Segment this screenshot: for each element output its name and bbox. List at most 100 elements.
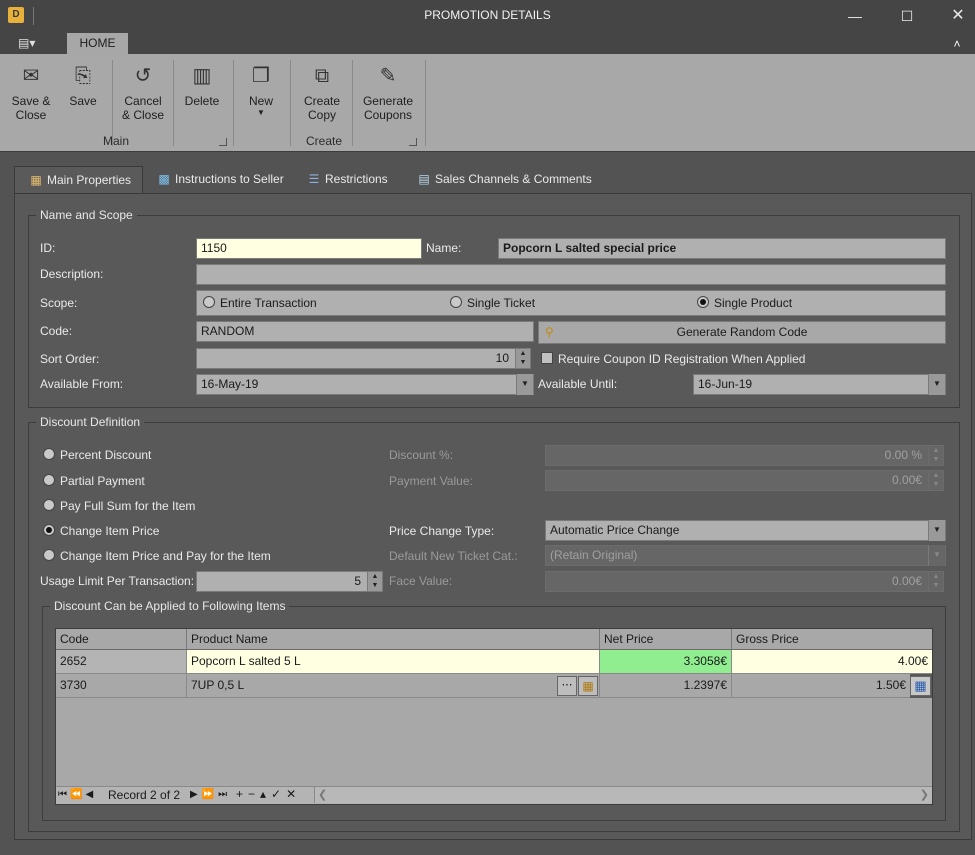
create-copy-label: Create Copy [303,94,341,122]
tab-label: Instructions to Seller [175,172,284,186]
minimize-button[interactable]: — [840,4,870,28]
tab-restrictions[interactable]: ☰ Restrictions [293,166,403,193]
table-cell-net-price[interactable]: 1.2397€ [600,674,732,698]
ellipsis-button[interactable]: ⋯ [557,676,577,696]
scope-entire-transaction-radio[interactable] [203,296,215,308]
scope-option-label: Entire Transaction [220,296,317,310]
maximize-button[interactable]: ☐ [892,4,922,28]
table-cell-code[interactable]: 2652 [56,650,187,674]
navigator-edit-icons[interactable]: +−▴✓✕ [236,786,301,803]
properties-icon: ▦ [30,173,42,187]
price-change-type-dropdown[interactable]: ▼ [928,520,945,541]
dialog-launcher-icon[interactable] [409,138,417,146]
column-header-code[interactable]: Code [56,629,187,650]
available-from-field[interactable]: 16-May-19 [196,374,534,395]
calculator-icon[interactable]: ▦ [910,676,931,696]
usage-limit-field[interactable]: 5 [196,571,368,592]
cancel-close-button[interactable]: ↺ Cancel & Close [118,58,168,136]
table-cell-gross-price[interactable]: 4.00€ [732,650,932,674]
delete-label: Delete [184,94,220,108]
description-field[interactable] [196,264,946,285]
scope-single-product-radio[interactable] [697,296,709,308]
scroll-right-icon[interactable]: ❯ [920,787,929,803]
require-coupon-label: Require Coupon ID Registration When Appl… [558,352,806,366]
save-button[interactable]: ⎘ Save [60,58,106,136]
face-value-spinner: ▲ ▼ [928,571,944,592]
tab-label: Main Properties [47,173,132,187]
tab-label: Restrictions [325,172,388,186]
cancel-close-label: Cancel & Close [121,94,165,122]
name-scope-legend: Name and Scope [36,208,137,222]
sort-order-field[interactable]: 10 [196,348,516,369]
menu-bar [0,32,975,54]
available-from-label: Available From: [40,377,124,391]
id-label: ID: [40,241,56,255]
face-value-field: 0.00€ [545,571,929,592]
column-header-gross-price[interactable]: Gross Price [732,629,932,650]
change-price-and-pay-radio[interactable] [43,549,55,561]
tab-main-properties[interactable]: ▦ Main Properties [14,166,143,193]
available-from-dropdown[interactable]: ▼ [516,374,533,395]
column-header-net-price[interactable]: Net Price [600,629,732,650]
tab-home[interactable]: HOME [67,33,128,54]
discount-option-label: Percent Discount [60,448,152,462]
pay-full-sum-radio[interactable] [43,499,55,511]
discount-definition-legend: Discount Definition [36,415,145,429]
save-close-button[interactable]: ✉ Save & Close [7,58,55,136]
horizontal-scrollbar[interactable]: ❮ ❯ [314,787,932,803]
tab-label: Sales Channels & Comments [435,172,592,186]
table-cell-product-name[interactable]: Popcorn L salted 5 L [187,650,600,674]
payment-value-field: 0.00€ [545,470,929,491]
coupon-icon: ✎ [379,65,397,87]
discount-option-label: Change Item Price and Pay for the Item [60,549,271,563]
application-menu-icon[interactable]: ▤▾ [18,34,46,52]
discount-percent-spinner: ▲ ▼ [928,445,944,466]
comments-icon: ▤ [418,172,430,186]
window-title: PROMOTION DETAILS [424,8,551,22]
scope-single-ticket-radio[interactable] [450,296,462,308]
available-until-dropdown[interactable]: ▼ [928,374,945,395]
save-close-icon: ✉ [22,65,40,87]
group-main-label: Main [102,134,129,148]
available-until-field[interactable]: 16-Jun-19 [693,374,946,395]
table-cell-net-price[interactable]: 3.3058€ [600,650,732,674]
delete-button[interactable]: ▥ Delete [178,58,226,136]
face-value-label: Face Value: [389,574,453,588]
ribbon-separator [425,60,426,146]
require-coupon-checkbox[interactable] [541,352,553,364]
generate-random-code-button[interactable]: ⚲ Generate Random Code [538,321,946,344]
tab-sales-channels-comments[interactable]: ▤ Sales Channels & Comments [403,166,593,193]
product-lookup-icon[interactable]: ▦ [578,676,598,696]
navigator-record-label: Record 2 of 2 [108,788,181,802]
sort-order-spinner[interactable]: ▲ ▼ [515,348,531,369]
usage-limit-spinner[interactable]: ▲ ▼ [367,571,383,592]
dialog-launcher-icon[interactable] [219,138,227,146]
save-label: Save [69,94,97,108]
navigator-first-prev-icons[interactable]: ⏮⏪◀ [58,787,96,803]
table-cell-product-name[interactable]: 7UP 0,5 L [187,674,600,698]
id-field[interactable]: 1150 [196,238,422,259]
percent-discount-radio[interactable] [43,448,55,460]
default-ticket-dropdown: ▼ [928,545,945,566]
new-button[interactable]: ❐ New ▼ [238,58,284,136]
create-copy-button[interactable]: ⧉ Create Copy [296,58,348,136]
price-change-type-select[interactable]: Automatic Price Change [545,520,946,541]
column-header-product-name[interactable]: Product Name [187,629,600,650]
dropdown-arrow-icon: ▼ [257,108,265,117]
change-item-price-radio[interactable] [43,524,55,536]
table-cell-code[interactable]: 3730 [56,674,187,698]
table-cell-gross-price[interactable]: 1.50€ [732,674,910,698]
scroll-left-icon[interactable]: ❮ [318,787,327,803]
undo-icon: ↺ [134,65,152,87]
generate-coupons-button[interactable]: ✎ Generate Coupons [357,58,419,136]
navigator-next-last-icons[interactable]: ▶⏩⏭ [190,787,231,803]
scope-label: Scope: [40,296,78,310]
partial-payment-radio[interactable] [43,474,55,486]
close-button[interactable]: ✕ [943,4,973,28]
discount-option-label: Partial Payment [60,474,145,488]
discount-percent-label: Discount %: [389,448,454,462]
code-field[interactable]: RANDOM [196,321,534,342]
tab-instructions-to-seller[interactable]: ▩ Instructions to Seller [143,166,293,193]
collapse-ribbon-icon[interactable]: ˄ [948,36,966,52]
name-field[interactable]: Popcorn L salted special price [498,238,946,259]
